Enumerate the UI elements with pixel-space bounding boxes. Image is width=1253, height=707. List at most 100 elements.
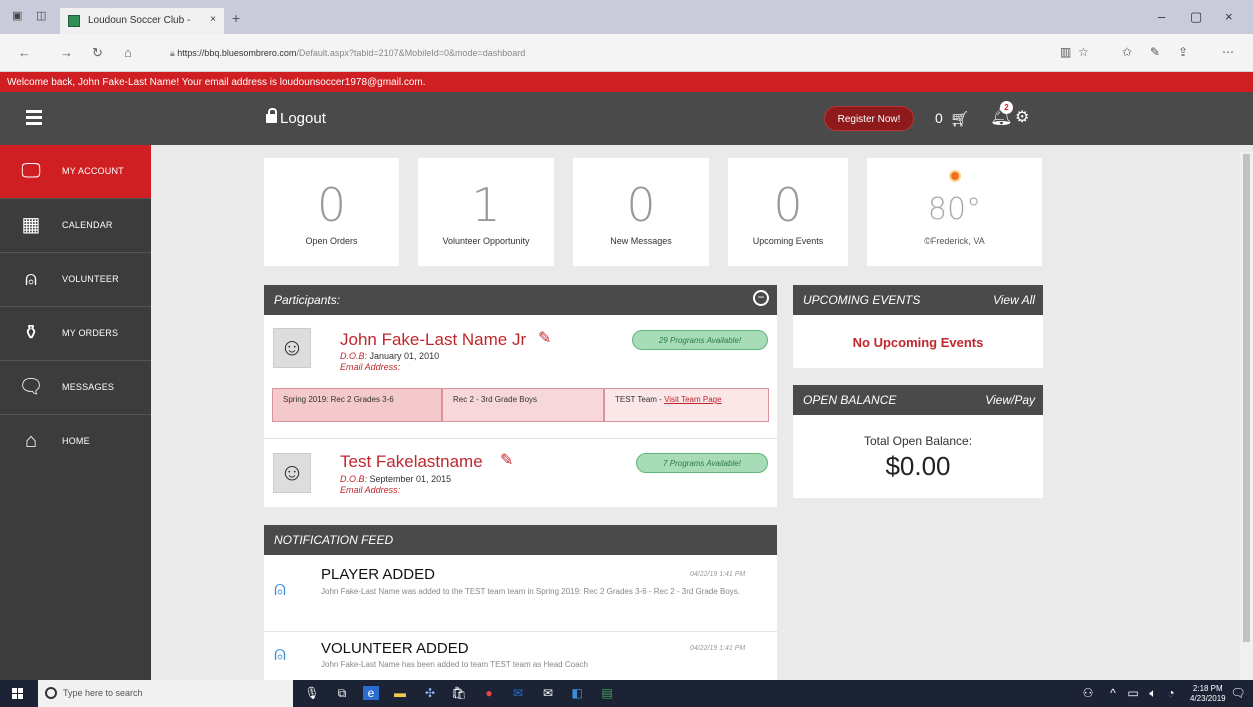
minimize-button[interactable]: – [1158, 9, 1165, 24]
dob-value: January 01, 2010 [369, 351, 440, 361]
outlook-icon[interactable]: ✉ [510, 686, 526, 700]
card-label: New Messages [610, 236, 672, 246]
favorite-star-icon[interactable]: ☆ [1078, 45, 1089, 59]
programs-available-badge[interactable]: 29 Programs Available! [632, 330, 768, 350]
clock-date: 4/23/2019 [1190, 694, 1226, 703]
people-icon[interactable]: ⚇ [1080, 686, 1096, 700]
teams-icon[interactable]: ◧ [569, 686, 585, 700]
microphone-icon[interactable]: 🎙︎ [304, 686, 320, 700]
card-label: Open Orders [305, 236, 358, 246]
view-pay-link[interactable]: View/Pay [985, 393, 1035, 407]
sidebar-item-volunteer[interactable]: ⍝ VOLUNTEER [0, 253, 151, 307]
edit-icon[interactable]: ✎ [538, 328, 551, 348]
divider [264, 438, 777, 439]
register-now-button[interactable]: Register Now! [824, 106, 914, 131]
browser-tab[interactable]: Loudoun Soccer Club - × [60, 8, 224, 34]
view-all-link[interactable]: View All [993, 293, 1035, 307]
task-view-icon[interactable]: ⧉ [334, 686, 350, 700]
sidebar-item-my-account[interactable]: 🖵 MY ACCOUNT [0, 145, 151, 199]
gear-icon[interactable]: ⚙ [1015, 107, 1029, 127]
volunteer-opportunity-card[interactable]: 1 Volunteer Opportunity [418, 158, 554, 266]
notification-title: VOLUNTEER ADDED [321, 640, 469, 657]
battery-icon[interactable]: ▭ [1125, 686, 1141, 700]
excel-icon[interactable]: ▤ [599, 686, 615, 700]
monitor-icon: 🖵 [21, 160, 41, 182]
hamburger-menu-icon[interactable] [26, 110, 42, 125]
card-value: 1 [471, 178, 501, 232]
taskbar-search-input[interactable]: Type here to search [38, 680, 293, 707]
sidebar-item-label: MESSAGES [62, 382, 115, 392]
weather-card: 80° ©Frederick, VA [867, 158, 1042, 266]
sidebar-item-label: HOME [62, 436, 90, 446]
breadcrumb-season: Spring 2019: Rec 2 Grades 3-6 [272, 388, 442, 422]
card-label: Upcoming Events [752, 236, 824, 246]
favorites-list-icon[interactable]: ✩ [1122, 45, 1132, 59]
page-scrollbar[interactable] [1240, 152, 1253, 680]
tab-close-icon[interactable]: × [210, 14, 216, 25]
scrollbar-thumb[interactable] [1243, 154, 1250, 642]
participant-email[interactable]: Email Address: [340, 485, 400, 495]
new-messages-card[interactable]: 0 New Messages [573, 158, 709, 266]
logout-link[interactable]: Logout [266, 108, 326, 127]
show-hidden-icons[interactable]: ^ [1105, 686, 1121, 700]
pen-icon[interactable]: ✎ [1150, 45, 1160, 59]
avatar: ☺ [273, 453, 311, 493]
mail-icon[interactable]: ✉︎ [540, 686, 556, 700]
file-explorer-icon[interactable]: ▬ [392, 686, 408, 700]
avatar: ☺ [273, 328, 311, 368]
new-tab-button[interactable]: + [232, 10, 240, 26]
home-browser-icon[interactable]: ⌂ [124, 45, 132, 60]
share-icon[interactable]: ⇪ [1178, 45, 1188, 59]
chrome-icon[interactable]: ● [481, 686, 497, 700]
store-icon[interactable]: 🛍︎ [451, 686, 467, 700]
team-name: TEST Team - [615, 395, 665, 404]
dropbox-icon[interactable]: ✣ [422, 686, 438, 700]
maximize-button[interactable]: ▢ [1190, 9, 1202, 25]
sidebar-item-label: VOLUNTEER [62, 274, 119, 284]
back-arrow-icon[interactable]: ← [18, 45, 31, 60]
sidebar-item-label: CALENDAR [62, 220, 113, 230]
no-upcoming-events: No Upcoming Events [852, 335, 984, 350]
close-window-button[interactable]: × [1225, 9, 1233, 24]
dob-label: D.O.B: [340, 474, 368, 484]
cart-icon[interactable]: 🛒︎ [950, 110, 969, 128]
home-icon: ⌂ [24, 430, 38, 452]
sidebar: 🖵 MY ACCOUNT ▦ CALENDAR ⍝ VOLUNTEER ⚱ MY… [0, 145, 151, 680]
visit-team-page-link[interactable]: Visit Team Page [664, 395, 722, 404]
tab-preview-icon[interactable]: ◫ [36, 9, 46, 22]
participant-name[interactable]: John Fake-Last Name Jr [340, 330, 526, 350]
person-icon: ⍝ [274, 643, 286, 665]
sidebar-item-home[interactable]: ⌂ HOME [0, 415, 151, 469]
programs-available-badge[interactable]: 7 Programs Available! [636, 453, 768, 473]
participant-name[interactable]: Test Fakelastname [340, 452, 483, 472]
open-orders-card[interactable]: 0 Open Orders [264, 158, 399, 266]
open-balance-title: OPEN BALANCE [803, 393, 897, 407]
card-label: Volunteer Opportunity [442, 236, 530, 246]
upcoming-events-card[interactable]: 0 Upcoming Events [728, 158, 848, 266]
wifi-icon[interactable]: ◔ [1163, 686, 1179, 700]
taskbar-clock[interactable]: 2:18 PM 4/23/2019 [1190, 684, 1226, 704]
url-field[interactable]: 🔒︎ https://bbq.bluesombrero.com/Default.… [170, 43, 1070, 63]
sidebar-item-my-orders[interactable]: ⚱ MY ORDERS [0, 307, 151, 361]
calendar-icon: ▦ [21, 214, 41, 236]
notification-date: 04/22/19 1:41 PM [690, 571, 746, 578]
forward-arrow-icon[interactable]: → [60, 45, 73, 60]
speaker-icon[interactable]: 🔈︎ [1145, 686, 1161, 700]
participant-email[interactable]: Email Address: [340, 362, 400, 372]
sidebar-item-label: MY ACCOUNT [62, 166, 124, 176]
sidebar-item-messages[interactable]: 🗨 MESSAGES [0, 361, 151, 415]
action-center-icon[interactable]: 🗨︎ [1230, 686, 1246, 700]
refresh-icon[interactable]: ↻ [92, 45, 103, 61]
person-icon: ⍝ [25, 268, 37, 290]
edge-icon[interactable]: e [363, 686, 379, 700]
notification-feed-header: NOTIFICATION FEED [264, 525, 777, 555]
lock-icon [266, 108, 277, 123]
windows-start-icon[interactable] [12, 688, 24, 700]
more-icon[interactable]: ⋯ [1222, 45, 1234, 59]
collapse-icon[interactable]: − [753, 290, 769, 306]
tab-actions-icon[interactable]: ▣ [12, 9, 22, 22]
tab-title: Loudoun Soccer Club - [88, 15, 191, 26]
reading-view-icon[interactable]: ▥ [1060, 45, 1071, 59]
edit-icon[interactable]: ✎ [500, 450, 513, 470]
sidebar-item-calendar[interactable]: ▦ CALENDAR [0, 199, 151, 253]
